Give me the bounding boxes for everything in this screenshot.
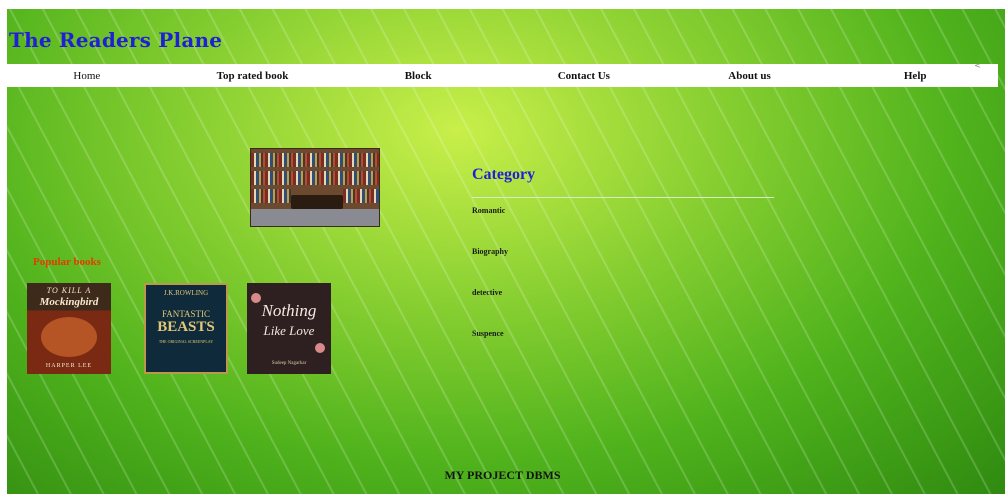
book-title-line: Like Love bbox=[263, 323, 315, 338]
book-cover-fantastic-beasts[interactable]: J.K.ROWLING FANTASTIC BEASTS THE ORIGINA… bbox=[144, 283, 228, 374]
nav-bar: Home Top rated book Block Contact Us Abo… bbox=[4, 64, 998, 87]
bookshelf-row bbox=[251, 189, 291, 203]
nav-item-about[interactable]: About us bbox=[667, 70, 833, 82]
flower-icon bbox=[251, 293, 261, 303]
book-title-line: Nothing bbox=[261, 301, 317, 320]
category-item-suspence[interactable]: Suspence bbox=[472, 329, 504, 338]
nav-item-top-rated[interactable]: Top rated book bbox=[170, 70, 336, 82]
bookshelf-row bbox=[343, 189, 379, 203]
nav-item-block[interactable]: Block bbox=[335, 70, 501, 82]
category-item-detective[interactable]: detective bbox=[472, 288, 502, 297]
reading-table bbox=[291, 195, 343, 209]
nav-item-contact[interactable]: Contact Us bbox=[501, 70, 667, 82]
site-title: The Readers Plane bbox=[9, 28, 223, 52]
category-divider bbox=[472, 197, 774, 198]
book-title-line: TO KILL A bbox=[46, 286, 92, 295]
library-photo bbox=[250, 148, 380, 227]
book-cover-mockingbird[interactable]: TO KILL A Mockingbird HARPER LEE bbox=[27, 283, 111, 374]
book-cover-nothing-like-love[interactable]: Nothing Like Love Sudeep Nagarkar bbox=[247, 283, 331, 374]
flower-icon bbox=[315, 343, 325, 353]
nav-scroll-arrow-icon[interactable]: < bbox=[974, 61, 981, 70]
tree-illustration-icon bbox=[41, 317, 97, 357]
floor bbox=[251, 209, 379, 226]
category-heading: Category bbox=[472, 166, 536, 183]
book-title-line: BEASTS bbox=[157, 319, 215, 335]
book-author: J.K.ROWLING bbox=[163, 289, 209, 297]
book-subtitle: THE ORIGINAL SCREENPLAY bbox=[158, 339, 214, 344]
nav-item-home[interactable]: Home bbox=[4, 70, 170, 82]
popular-books-heading: Popular books bbox=[33, 256, 101, 268]
bookshelf-row bbox=[251, 153, 379, 167]
category-item-biography[interactable]: Biography bbox=[472, 247, 508, 256]
book-title-line: Mockingbird bbox=[39, 296, 99, 308]
book-author: Sudeep Nagarkar bbox=[271, 361, 307, 366]
bookshelf-row bbox=[251, 171, 379, 185]
book-title-line: FANTASTIC bbox=[161, 309, 211, 319]
footer-text: MY PROJECT DBMS bbox=[444, 468, 561, 482]
nav-item-help[interactable]: Help bbox=[832, 70, 998, 82]
book-author: HARPER LEE bbox=[45, 363, 93, 369]
category-item-romantic[interactable]: Romantic bbox=[472, 206, 505, 215]
